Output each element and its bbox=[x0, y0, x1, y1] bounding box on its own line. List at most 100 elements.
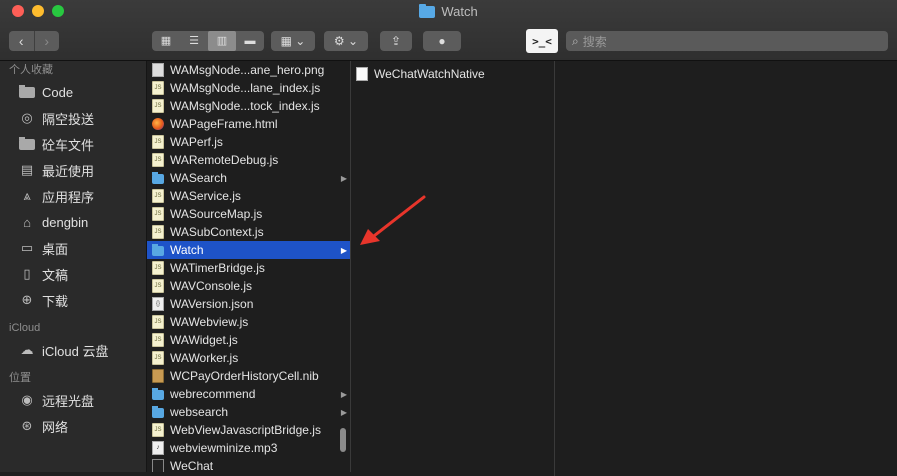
folder-icon bbox=[152, 171, 164, 185]
recents-icon: ▤ bbox=[20, 162, 34, 177]
app-icon bbox=[152, 459, 164, 472]
disclosure-chevron-icon: ▶ bbox=[340, 407, 347, 417]
list-view-button[interactable]: ☰ bbox=[180, 31, 208, 51]
sidebar-section-title: iCloud bbox=[9, 322, 41, 334]
js-file-icon: JS bbox=[152, 225, 164, 239]
sidebar-item[interactable]: ▤ 最近使用 bbox=[0, 157, 146, 183]
sidebar: 个人收藏 Code ◎ 隔空投送砼车文件 ▤ 最近使用 ⩓ 应用程序 ⌂ dengbin ▭ 桌面 ▯ 文… bbox=[0, 61, 147, 472]
sidebar-item[interactable]: ⌂ dengbin bbox=[0, 209, 146, 235]
sidebar-item-label: 文稿 bbox=[42, 267, 69, 283]
html-file-icon bbox=[152, 117, 164, 131]
file-row[interactable]: JS WAWidget.js bbox=[147, 331, 350, 349]
js-file-icon: JS bbox=[152, 135, 164, 149]
file-row[interactable]: JS WAMsgNode...tock_index.js bbox=[147, 97, 350, 115]
sidebar-item[interactable]: ⊛ 网络 bbox=[0, 413, 146, 439]
forward-button[interactable]: › bbox=[35, 31, 60, 51]
share-button[interactable]: ⇪ bbox=[380, 31, 412, 51]
sidebar-item-label: Code bbox=[42, 84, 74, 100]
file-row[interactable]: WeChatWatchNative bbox=[351, 65, 554, 83]
back-button[interactable]: ‹ bbox=[9, 31, 35, 51]
file-name: WAWorker.js bbox=[170, 351, 239, 365]
applications-icon: ⩓ bbox=[23, 188, 31, 203]
airdrop-icon: ◎ bbox=[21, 110, 33, 125]
file-name: WASearch bbox=[170, 171, 227, 185]
file-row[interactable]: JS WATimerBridge.js bbox=[147, 259, 350, 277]
audio-file-icon: ♪ bbox=[152, 441, 164, 455]
file-row[interactable]: WAMsgNode...ane_hero.png bbox=[147, 61, 350, 79]
sidebar-item[interactable]: ☁ iCloud 云盘 bbox=[0, 337, 146, 363]
sidebar-item-label: 隔空投送 bbox=[42, 111, 95, 127]
terminal-button[interactable]: >_< bbox=[526, 29, 558, 53]
json-file-icon: {} bbox=[152, 297, 164, 311]
js-file-icon: JS bbox=[152, 333, 164, 347]
file-row[interactable]: {} WAVersion.json bbox=[147, 295, 350, 313]
sidebar-item[interactable]: Code bbox=[0, 79, 146, 105]
file-name: WAMsgNode...lane_index.js bbox=[170, 81, 321, 95]
sidebar-item[interactable]: ⊕ 下载 bbox=[0, 287, 146, 313]
folder-icon bbox=[18, 84, 36, 100]
file-name: WAPageFrame.html bbox=[170, 117, 278, 131]
sidebar-item-label: 应用程序 bbox=[42, 189, 95, 205]
folder-row[interactable]: Watch ▶ bbox=[147, 241, 350, 259]
sidebar-item[interactable]: ⩓ 应用程序 bbox=[0, 183, 146, 209]
sidebar-item[interactable]: 砼车文件 bbox=[0, 131, 146, 157]
navigation-buttons: ‹ › bbox=[9, 31, 59, 51]
file-row[interactable]: JS WAWorker.js bbox=[147, 349, 350, 367]
file-row[interactable]: WAPageFrame.html bbox=[147, 115, 350, 133]
file-row[interactable]: WCPayOrderHistoryCell.nib bbox=[147, 367, 350, 385]
file-row[interactable]: JS WASubContext.js bbox=[147, 223, 350, 241]
folder-icon bbox=[419, 3, 436, 18]
window-title: Watch bbox=[0, 3, 897, 19]
folder-icon bbox=[18, 136, 36, 152]
file-row[interactable]: ♪ webviewminize.mp3 bbox=[147, 439, 350, 457]
document-icon bbox=[356, 67, 368, 81]
gallery-view-button[interactable]: ▬ bbox=[236, 31, 264, 51]
sidebar-item[interactable]: ▭ 桌面 bbox=[0, 235, 146, 261]
disclosure-chevron-icon: ▶ bbox=[340, 389, 347, 399]
file-row[interactable]: JS WAPerf.js bbox=[147, 133, 350, 151]
js-file-icon: JS bbox=[152, 189, 164, 203]
file-name: WeChatWatchNative bbox=[374, 67, 485, 81]
file-row[interactable]: JS WAWebview.js bbox=[147, 313, 350, 331]
tag-button[interactable]: ● bbox=[423, 31, 461, 51]
sidebar-section-title: 个人收藏 bbox=[9, 64, 53, 76]
file-name: WebViewJavascriptBridge.js bbox=[170, 423, 321, 437]
icon-view-button[interactable]: ▦ bbox=[152, 31, 180, 51]
file-name: WAPerf.js bbox=[170, 135, 223, 149]
folder-row[interactable]: webrecommend ▶ bbox=[147, 385, 350, 403]
folder-row[interactable]: websearch ▶ bbox=[147, 403, 350, 421]
file-name: webrecommend bbox=[170, 387, 256, 401]
disclosure-chevron-icon: ▶ bbox=[340, 245, 347, 255]
file-name: WAWidget.js bbox=[170, 333, 238, 347]
group-button[interactable]: ▦ ⌄ bbox=[271, 31, 315, 51]
file-row[interactable]: JS WAMsgNode...lane_index.js bbox=[147, 79, 350, 97]
annotation-arrow-icon bbox=[360, 195, 426, 245]
action-button[interactable]: ⚙ ⌄ bbox=[324, 31, 368, 51]
sidebar-item[interactable]: ◉ 远程光盘 bbox=[0, 387, 146, 413]
sidebar-item[interactable]: ▯ 文稿 bbox=[0, 261, 146, 287]
downloads-icon: ⊕ bbox=[21, 292, 33, 307]
search-field[interactable]: ⌕ 搜索 bbox=[566, 31, 888, 51]
cloud-icon: ☁ bbox=[20, 342, 34, 357]
folder-icon bbox=[152, 405, 164, 419]
image-file-icon bbox=[152, 63, 164, 77]
file-name: WATimerBridge.js bbox=[170, 261, 265, 275]
js-file-icon: JS bbox=[152, 153, 164, 167]
folder-row[interactable]: WASearch ▶ bbox=[147, 169, 350, 187]
sidebar-section-title: 位置 bbox=[9, 372, 31, 384]
js-file-icon: JS bbox=[152, 351, 164, 365]
file-row[interactable]: WeChat bbox=[147, 457, 350, 472]
column-view-button[interactable]: ▥ bbox=[208, 31, 236, 51]
file-name: WCPayOrderHistoryCell.nib bbox=[170, 369, 319, 383]
scrollbar-thumb[interactable] bbox=[340, 428, 346, 452]
sidebar-item-label: 最近使用 bbox=[42, 163, 95, 179]
file-row[interactable]: JS WAService.js bbox=[147, 187, 350, 205]
file-row[interactable]: JS WARemoteDebug.js bbox=[147, 151, 350, 169]
file-row[interactable]: JS WebViewJavascriptBridge.js bbox=[147, 421, 350, 439]
js-file-icon: JS bbox=[152, 423, 164, 437]
sidebar-item[interactable]: ◎ 隔空投送 bbox=[0, 105, 146, 131]
file-row[interactable]: JS WASourceMap.js bbox=[147, 205, 350, 223]
sidebar-item-label: 下载 bbox=[42, 293, 69, 309]
file-row[interactable]: JS WAVConsole.js bbox=[147, 277, 350, 295]
js-file-icon: JS bbox=[152, 279, 164, 293]
